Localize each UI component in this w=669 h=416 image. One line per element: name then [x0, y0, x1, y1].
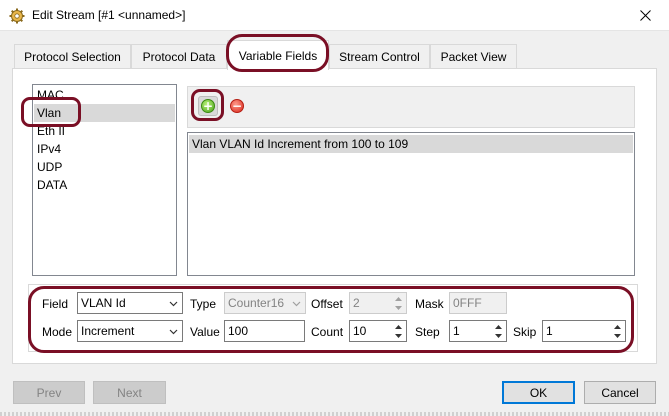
spin-down-icon[interactable] — [392, 303, 405, 312]
list-item-vlan[interactable]: Vlan — [37, 104, 61, 122]
tab-packet-view[interactable]: Packet View — [430, 44, 517, 68]
chevron-down-icon — [292, 301, 301, 307]
mode-label: Mode — [42, 325, 73, 339]
list-item-ipv4[interactable]: IPv4 — [37, 140, 61, 158]
tab-label: Packet View — [440, 49, 507, 64]
value-label: Value — [190, 325, 220, 339]
type-select-value: Counter16 — [228, 296, 285, 310]
mask-label: Mask — [415, 297, 444, 311]
variable-field-row-text: Vlan VLAN Id Increment from 100 to 109 — [192, 137, 409, 151]
tab-label: Variable Fields — [238, 48, 318, 63]
offset-spinbox[interactable]: 2 — [349, 292, 407, 314]
spin-down-icon[interactable] — [392, 331, 405, 340]
mask-input[interactable]: 0FFF — [449, 292, 507, 314]
value-input-value: 100 — [228, 324, 249, 338]
value-input[interactable]: 100 — [224, 320, 305, 342]
count-spinbox[interactable]: 10 — [349, 320, 407, 342]
tab-stream-control[interactable]: Stream Control — [329, 44, 430, 68]
window-title: Edit Stream [#1 <unnamed>] — [32, 8, 186, 22]
tab-variable-fields[interactable]: Variable Fields — [227, 40, 329, 70]
spin-down-icon[interactable] — [492, 331, 505, 340]
close-button[interactable] — [622, 0, 669, 31]
offset-value: 2 — [353, 296, 360, 310]
remove-icon: − — [230, 99, 244, 113]
tab-protocol-selection[interactable]: Protocol Selection — [14, 44, 131, 68]
chevron-down-icon — [169, 329, 178, 335]
prev-button[interactable]: Prev — [13, 381, 85, 404]
add-icon: + — [201, 99, 215, 113]
spin-down-icon[interactable] — [611, 331, 624, 340]
chevron-down-icon — [169, 301, 178, 307]
field-select-value: VLAN Id — [81, 296, 126, 310]
skip-spin-buttons[interactable] — [611, 322, 624, 340]
type-label: Type — [190, 297, 217, 311]
step-spinbox[interactable]: 1 — [449, 320, 507, 342]
count-label: Count — [311, 325, 344, 339]
count-value: 10 — [353, 324, 367, 338]
list-item[interactable]: Vlan VLAN Id Increment from 100 to 109 — [189, 135, 633, 153]
list-item-udp[interactable]: UDP — [37, 158, 62, 176]
mode-select-value: Increment — [81, 324, 135, 338]
step-label: Step — [415, 325, 440, 339]
step-spin-buttons[interactable] — [492, 322, 505, 340]
next-button[interactable]: Next — [93, 381, 166, 404]
list-item-eth2[interactable]: Eth II — [37, 122, 65, 140]
spin-up-icon[interactable] — [392, 294, 405, 303]
close-icon — [640, 10, 651, 21]
tab-protocol-data[interactable]: Protocol Data — [131, 44, 227, 68]
add-field-button[interactable]: + — [198, 96, 218, 116]
spin-up-icon[interactable] — [492, 322, 505, 331]
skip-label: Skip — [513, 325, 537, 339]
skip-value: 1 — [546, 324, 553, 338]
mask-value: 0FFF — [453, 296, 482, 310]
count-spin-buttons[interactable] — [392, 322, 405, 340]
remove-field-button[interactable]: − — [227, 96, 247, 116]
gear-app-icon — [9, 8, 25, 24]
list-item-mac[interactable]: MAC — [37, 86, 64, 104]
tab-label: Protocol Selection — [24, 49, 121, 64]
tab-label: Protocol Data — [142, 49, 216, 64]
variable-fields-toolbar — [187, 86, 635, 128]
list-item-data[interactable]: DATA — [37, 176, 67, 194]
field-label: Field — [42, 297, 69, 311]
cancel-button[interactable]: Cancel — [584, 381, 656, 404]
ok-button[interactable]: OK — [502, 381, 575, 404]
spin-up-icon[interactable] — [392, 322, 405, 331]
offset-spin-buttons[interactable] — [392, 294, 405, 312]
offset-label: Offset — [311, 297, 343, 311]
window-bottom-edge — [0, 412, 669, 416]
protocol-list[interactable]: MAC Vlan Eth II IPv4 UDP DATA — [32, 84, 177, 276]
spin-up-icon[interactable] — [611, 322, 624, 331]
field-select[interactable]: VLAN Id — [77, 292, 183, 314]
variable-fields-list[interactable]: Vlan VLAN Id Increment from 100 to 109 — [187, 132, 635, 276]
mode-select[interactable]: Increment — [77, 320, 183, 342]
type-select[interactable]: Counter16 — [224, 292, 306, 314]
tab-label: Stream Control — [339, 49, 420, 64]
skip-spinbox[interactable]: 1 — [542, 320, 626, 342]
step-value: 1 — [453, 324, 460, 338]
